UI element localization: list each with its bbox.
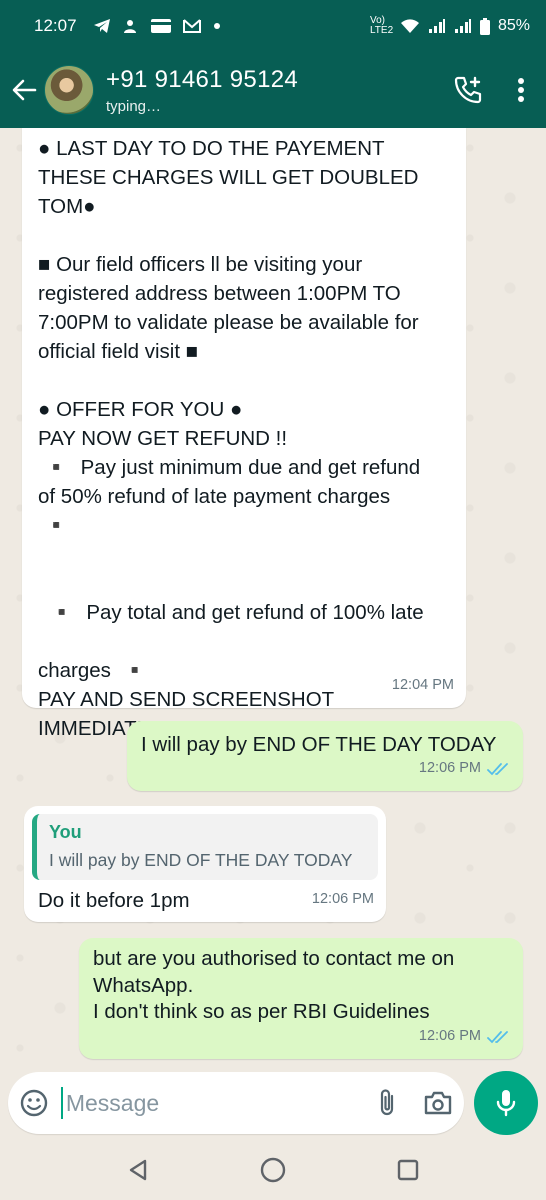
message-time: 12:06 PM: [418, 760, 481, 776]
contact-status: typing…: [106, 97, 162, 115]
nav-recents-button[interactable]: [383, 1145, 433, 1195]
message-meta: 12:06 PM: [419, 1022, 511, 1051]
incoming-message[interactable]: ● LAST DAY TO DO THE PAYEMENT THESE CHAR…: [22, 128, 466, 740]
message-input[interactable]: [65, 1089, 362, 1117]
signal-2-icon: [454, 18, 472, 34]
camera-button[interactable]: [413, 1072, 464, 1134]
message-composer: [8, 1072, 464, 1134]
status-bar: 12:07 Vo) LTE2 85%: [0, 0, 546, 52]
more-options-button[interactable]: [496, 52, 546, 128]
wifi-icon: [400, 18, 420, 34]
recents-square-icon: [398, 1159, 419, 1181]
contact-add-icon: [123, 18, 139, 34]
signal-1-icon: [428, 18, 446, 34]
home-circle-icon: [260, 1157, 286, 1183]
message-meta: 12:04 PM: [392, 671, 454, 700]
avatar[interactable]: [44, 65, 94, 115]
message-meta: 12:06 PM: [419, 754, 511, 783]
system-indicators: Vo) LTE2 85%: [370, 16, 530, 36]
mic-icon: [496, 1090, 516, 1117]
attach-icon: [381, 1089, 394, 1116]
outgoing-message[interactable]: I will pay by END OF THE DAY TODAY 12:06…: [127, 721, 523, 791]
more-vert-icon: [518, 78, 524, 102]
back-button[interactable]: [4, 52, 44, 128]
back-arrow-icon: [12, 79, 37, 101]
read-ticks-icon: [487, 1030, 511, 1044]
chat-area[interactable]: ● LAST DAY TO DO THE PAYEMENT THESE CHAR…: [0, 128, 546, 1070]
outgoing-message[interactable]: but are you authorised to contact me on …: [79, 938, 523, 1059]
network-label: Vo) LTE2: [369, 15, 394, 36]
status-time: 12:07: [34, 16, 77, 35]
camera-icon: [425, 1091, 452, 1115]
text-cursor: [60, 1087, 63, 1119]
nav-back-button[interactable]: [113, 1145, 163, 1195]
message-meta: 12:06 PM: [312, 885, 374, 914]
contact-name: +91 91461 95124: [106, 65, 299, 93]
incoming-reply-message[interactable]: You I will pay by END OF THE DAY TODAY D…: [24, 806, 386, 922]
attach-button[interactable]: [362, 1072, 413, 1134]
notification-icons: [93, 18, 221, 34]
voice-record-button[interactable]: [474, 1071, 538, 1135]
battery-icon: [479, 17, 490, 35]
read-ticks-icon: [487, 762, 511, 776]
system-nav-bar: [0, 1140, 546, 1200]
chat-header: +91 91461 95124 typing…: [0, 52, 546, 128]
card-icon: [150, 19, 171, 33]
nav-home-button[interactable]: [248, 1145, 298, 1195]
dot-icon: [213, 22, 221, 30]
message-time: 12:04 PM: [391, 677, 454, 693]
back-triangle-icon: [129, 1159, 146, 1181]
gmail-icon: [182, 19, 201, 33]
add-call-icon: [454, 76, 482, 104]
message-time: 12:06 PM: [418, 1028, 481, 1044]
message-text: but are you authorised to contact me on …: [93, 947, 455, 1023]
add-call-button[interactable]: [440, 52, 496, 128]
battery-percent: 85%: [497, 17, 530, 34]
message-text: ● LAST DAY TO DO THE PAYEMENT THESE CHAR…: [38, 137, 424, 740]
quote-author: You: [49, 822, 82, 842]
emoji-button[interactable]: [8, 1072, 61, 1134]
quote-text: I will pay by END OF THE DAY TODAY: [49, 850, 353, 870]
contact-info[interactable]: +91 91461 95124 typing…: [106, 66, 440, 115]
quoted-message[interactable]: You I will pay by END OF THE DAY TODAY: [32, 814, 378, 880]
message-time: 12:06 PM: [311, 891, 374, 907]
telegram-icon: [93, 18, 111, 34]
emoji-icon: [21, 1089, 48, 1117]
